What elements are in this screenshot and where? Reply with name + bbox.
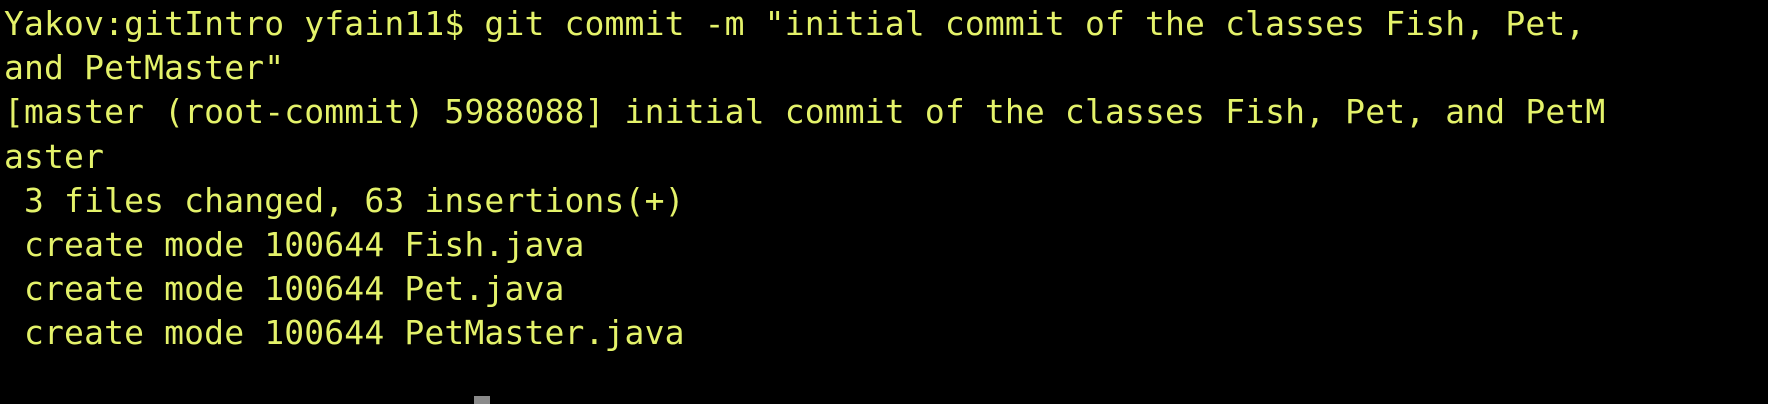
- create-mode-line: create mode 100644 Fish.java: [4, 224, 585, 264]
- text-cursor: [474, 396, 490, 404]
- command-line-continuation: and PetMaster": [4, 48, 285, 88]
- create-mode-line: create mode 100644 PetMaster.java: [4, 313, 685, 353]
- files-changed-summary: 3 files changed, 63 insertions(+): [4, 180, 685, 220]
- commit-result-line: [master (root-commit) 5988088] initial c…: [4, 92, 1606, 132]
- create-mode-line: create mode 100644 Pet.java: [4, 269, 565, 309]
- commit-result-line-continuation: aster: [4, 136, 105, 176]
- terminal-window[interactable]: Yakov:gitIntro yfain11$ git commit -m "i…: [0, 0, 1768, 404]
- command-line: Yakov:gitIntro yfain11$ git commit -m "i…: [4, 4, 1586, 43]
